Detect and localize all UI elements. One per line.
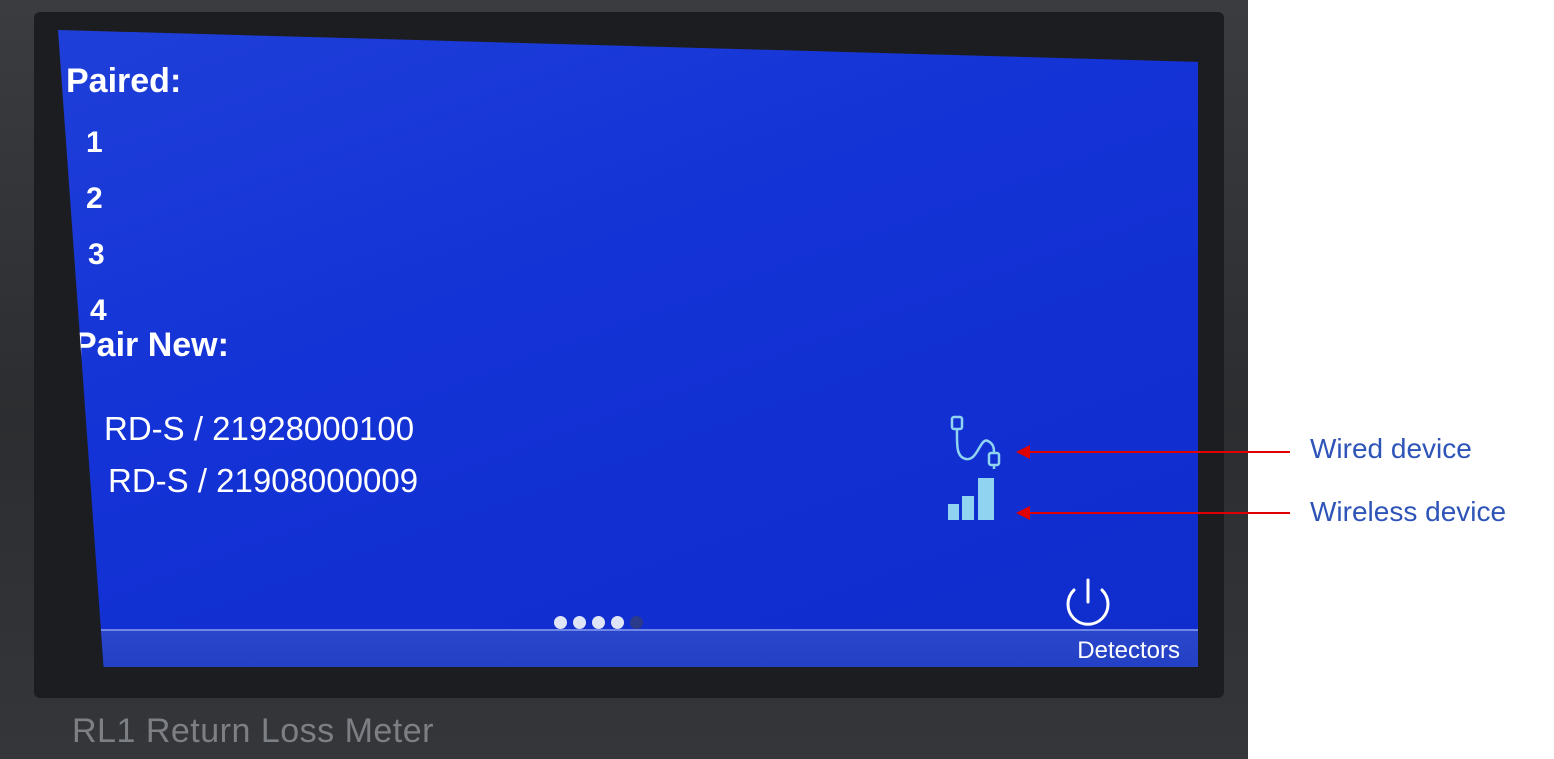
page-dot-5: [630, 616, 643, 629]
usb-cable-icon: [946, 415, 1006, 476]
pair-new-title: Pair New:: [74, 326, 229, 364]
paired-slot-4[interactable]: 4: [90, 294, 107, 328]
bottom-bar: Detectors: [88, 629, 1198, 667]
power-icon[interactable]: [1058, 576, 1118, 635]
paired-title: Paired:: [66, 62, 182, 100]
lcd-screen: Paired: 1 2 3 4 Pair New: RD-S / 2192800…: [58, 30, 1198, 667]
signal-bars-icon: [948, 476, 998, 527]
wired-arrow: [1028, 451, 1290, 453]
wired-device-annotation: Wired device: [1310, 433, 1472, 464]
device-item-2[interactable]: RD-S / 21908000009: [108, 462, 418, 500]
paired-slot-1[interactable]: 1: [86, 126, 103, 160]
paired-slot-3[interactable]: 3: [88, 238, 105, 272]
detectors-tab[interactable]: Detectors: [1077, 637, 1180, 665]
page-dot-4: [611, 616, 624, 629]
page-indicator: [554, 616, 643, 629]
page-dot-2: [573, 616, 586, 629]
wireless-device-annotation: Wireless device: [1310, 496, 1507, 527]
paired-slot-2[interactable]: 2: [86, 182, 103, 216]
wireless-arrow: [1028, 512, 1290, 514]
device-bezel: Paired: 1 2 3 4 Pair New: RD-S / 2192800…: [0, 0, 1248, 759]
page-dot-1: [554, 616, 567, 629]
page-dot-3: [592, 616, 605, 629]
device-label: RL1 Return Loss Meter: [72, 712, 434, 750]
device-item-1[interactable]: RD-S / 21928000100: [104, 410, 414, 448]
